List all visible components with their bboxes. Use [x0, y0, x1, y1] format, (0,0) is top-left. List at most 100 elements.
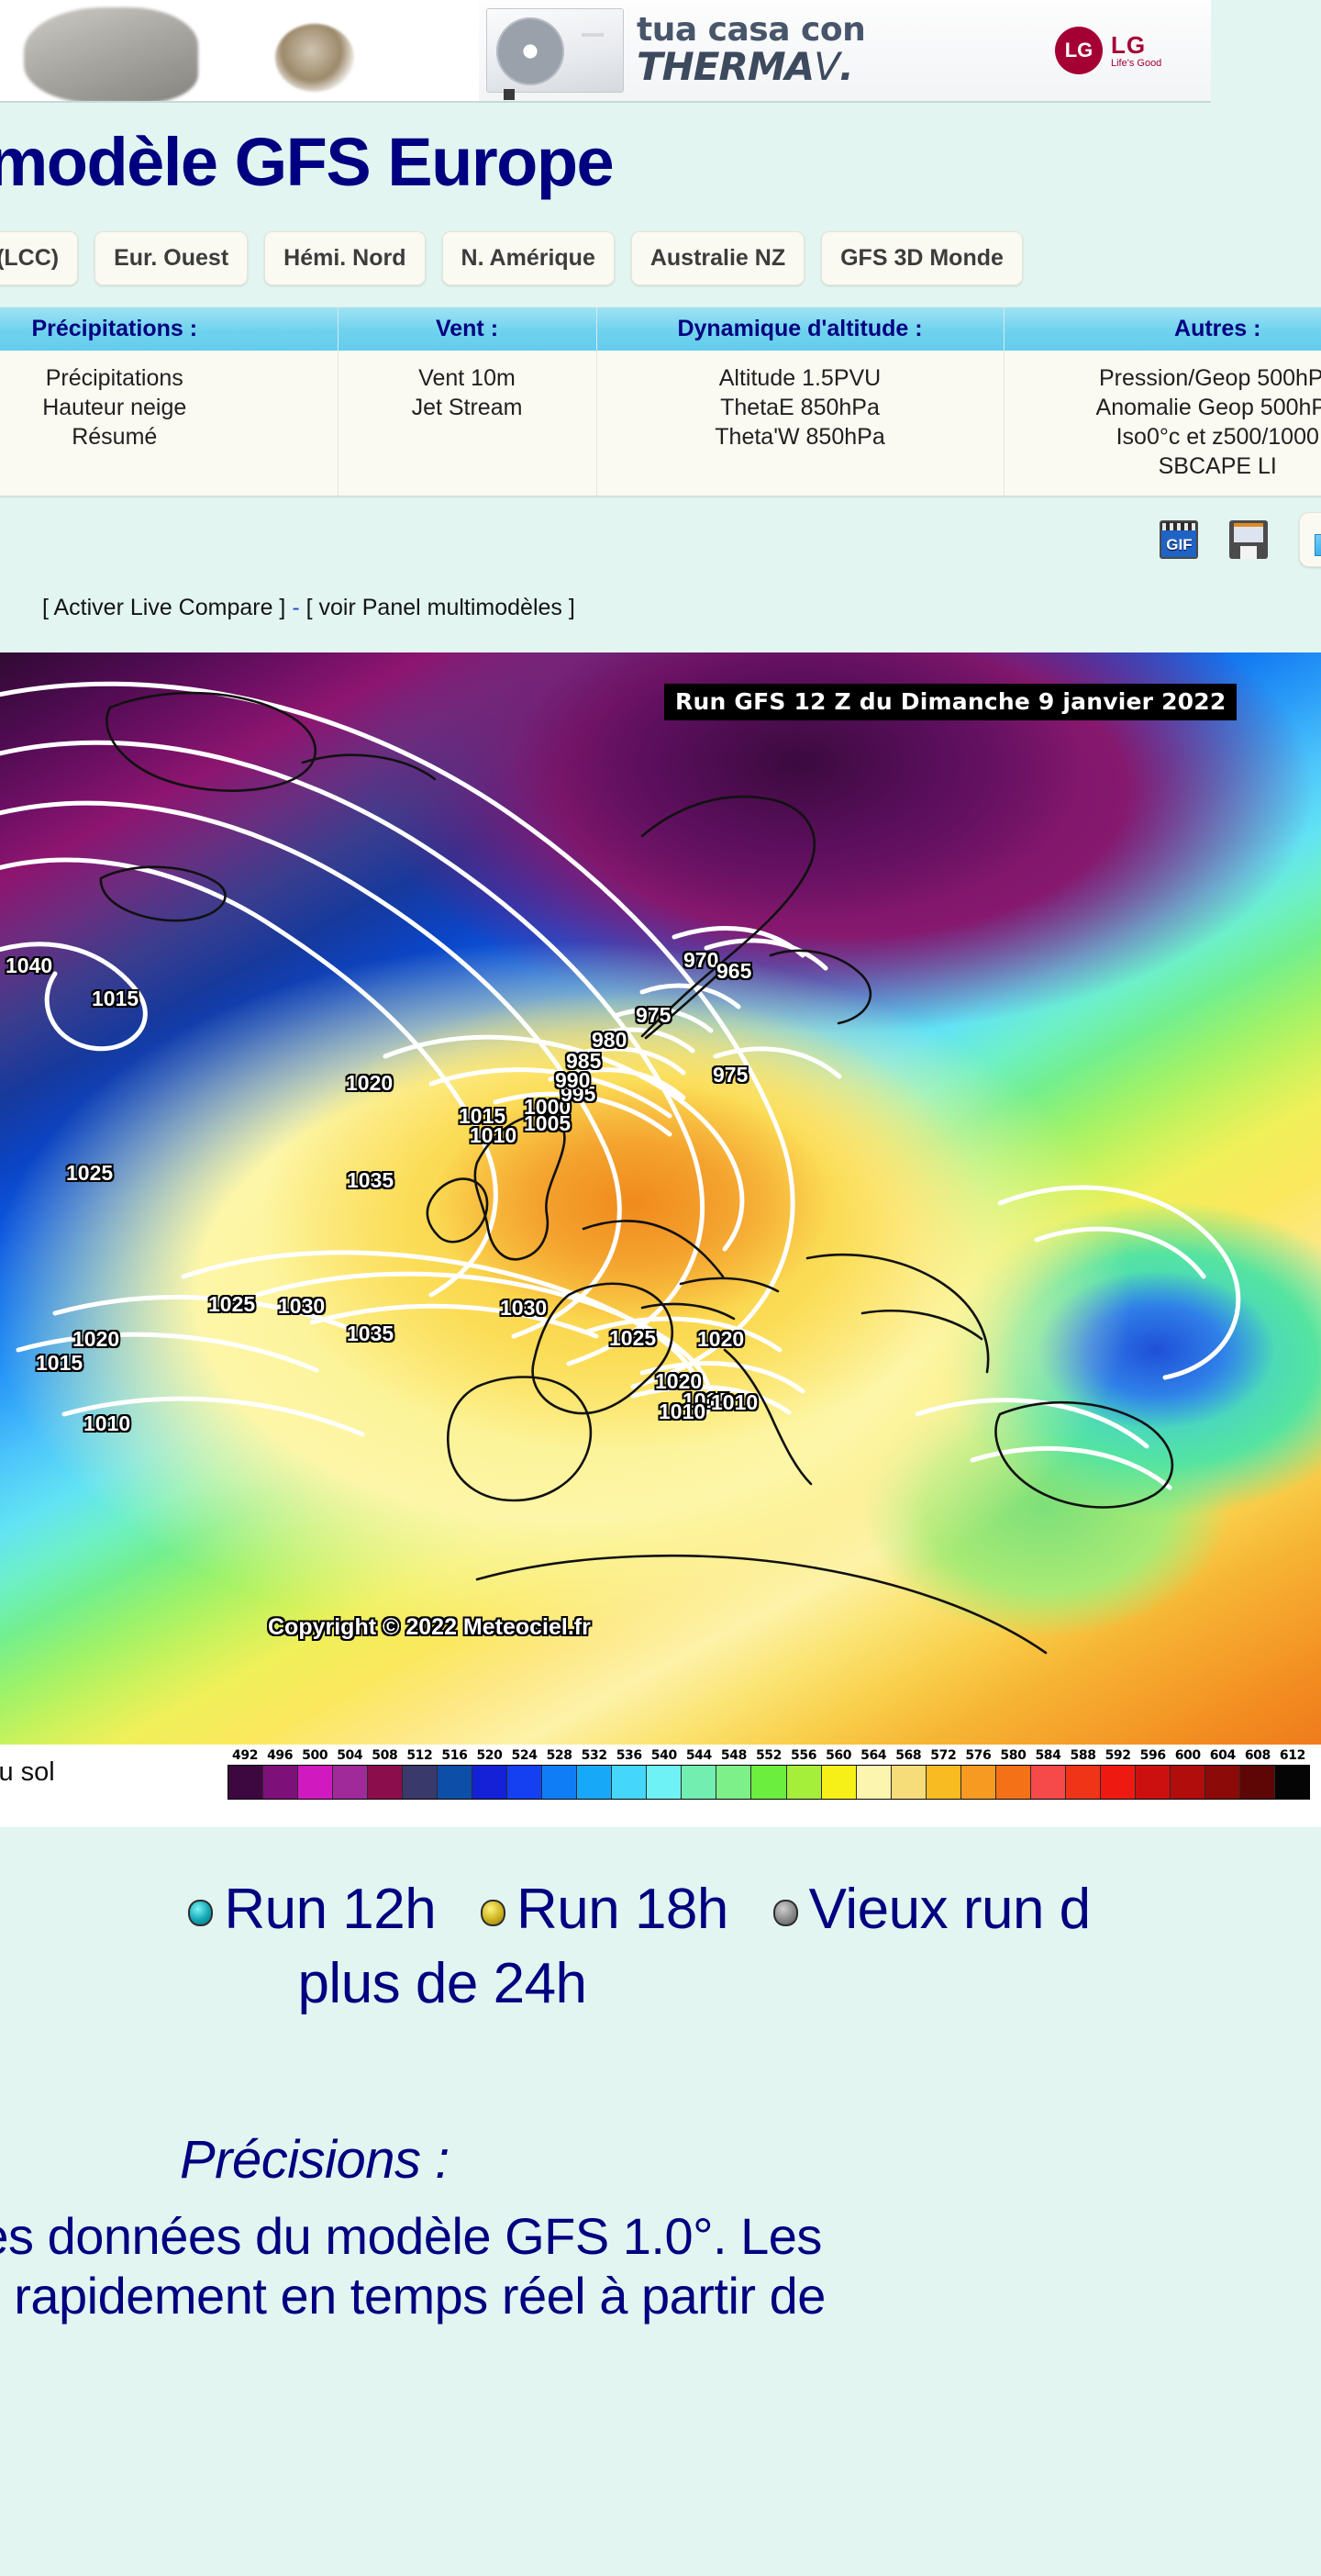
ad-headline-2: THERMAV.: [637, 43, 1055, 89]
legend-color-swatch: [1030, 1765, 1066, 1799]
legend-tick: 516: [441, 1747, 468, 1763]
legend-color-swatch: [960, 1765, 996, 1799]
tab-europe-lcc[interactable]: Europe (LCC): [0, 230, 79, 285]
dot-gold-icon: [480, 1899, 505, 1926]
tab-australie-nz[interactable]: Australie NZ: [630, 230, 805, 285]
ad-content-right: tua casa con THERMAV. LG Life's Good: [479, 0, 1211, 101]
ad-product-name: THERMA: [637, 43, 815, 89]
legend-tick: 612: [1279, 1747, 1305, 1763]
link-thetaw-850hpa[interactable]: Theta'W 850hPa: [603, 422, 998, 452]
panel-multimodeles-link[interactable]: [ voir Panel multimodèles ]: [306, 595, 575, 620]
legend-tick: 496: [267, 1747, 294, 1763]
lg-logo-icon: [1055, 27, 1103, 74]
air-conditioner-icon: [486, 8, 624, 100]
legend-color-swatch: [995, 1765, 1031, 1799]
link-vent-10m[interactable]: Vent 10m: [344, 363, 591, 393]
tab-eur-ouest[interactable]: Eur. Ouest: [94, 230, 249, 285]
legend-color-swatch: [926, 1765, 961, 1799]
run-legend-label-old: Vieux run d: [808, 1877, 1092, 1941]
lg-brand-name: LG: [1111, 30, 1147, 59]
col-precipitations: Précipitations Hauteur neige Résumé: [0, 350, 339, 496]
col-dynamique-altitude: Altitude 1.5PVU ThetaE 850hPa Theta'W 85…: [596, 350, 1005, 496]
legend-color-swatch: [333, 1765, 369, 1799]
tab-n-amerique[interactable]: N. Amérique: [441, 230, 615, 285]
legend-tick: 580: [1000, 1747, 1027, 1763]
activer-live-compare-link[interactable]: [ Activer Live Compare ]: [42, 595, 285, 620]
run-legend-label-18h: Run 18h: [516, 1877, 728, 1941]
lg-brand-block: LG Life's Good: [1055, 27, 1211, 74]
advertisement-banner[interactable]: tua casa con THERMAV. LG Life's Good: [0, 0, 1211, 103]
run-legend-item-18h: Run 18h: [480, 1875, 728, 1945]
legend-color-swatch: [1274, 1765, 1309, 1799]
link-jet-stream[interactable]: Jet Stream: [344, 393, 591, 422]
legend-color-swatch: [751, 1765, 787, 1799]
precisions-line-1: tent les données du modèle GFS 1.0°. Les: [0, 2206, 822, 2265]
link-iso0c-z500-1000[interactable]: Iso0°c et z500/1000: [1010, 422, 1321, 452]
link-precipitations[interactable]: Précipitations: [0, 363, 332, 393]
tab-hemi-nord[interactable]: Hémi. Nord: [264, 230, 426, 285]
run-legend: Run 12h Run 18h Vieux run d plus de 24h: [0, 1875, 1321, 2019]
legend-tick: 568: [895, 1747, 922, 1763]
link-thetae-850hpa[interactable]: ThetaE 850hPa: [603, 393, 998, 422]
legend-tick: 608: [1244, 1747, 1271, 1763]
legend-tick: 588: [1070, 1747, 1096, 1763]
map-copyright: Copyright © 2022 Meteociel.fr: [268, 1613, 591, 1640]
page-title: du modèle GFS Europe: [0, 124, 615, 200]
legend-color-swatch: [1239, 1765, 1275, 1799]
parameter-header-row: Précipitations : Vent : Dynamique d'alti…: [0, 307, 1321, 351]
legend-color-swatch: [507, 1765, 543, 1799]
legend-color-swatch: [438, 1765, 473, 1799]
legend-tick: 520: [476, 1747, 503, 1763]
legend-tick: 600: [1174, 1747, 1201, 1763]
link-altitude-15pvu[interactable]: Altitude 1.5PVU: [603, 363, 998, 393]
ad-photo-left: [0, 0, 479, 101]
map-pressure-field: [0, 652, 1321, 1745]
precisions-line-2: lisées rapidement en temps réel à partir…: [0, 2266, 826, 2325]
header-autres: Autres :: [1004, 307, 1321, 351]
legend-color-swatch: [403, 1765, 438, 1799]
legend-tick: 536: [616, 1747, 642, 1763]
floppy-save-icon[interactable]: [1229, 519, 1269, 559]
compare-links-row: [ Activer Live Compare ] - [ voir Panel …: [42, 595, 1321, 621]
ad-product-dot: .: [838, 43, 854, 89]
ad-headline-1: tua casa con: [637, 10, 866, 49]
link-pression-geop-500hpa[interactable]: Pression/Geop 500hPa: [1010, 363, 1321, 393]
gif-icon-label: GIF: [1166, 535, 1193, 553]
weather-map[interactable]: Run GFS 12 Z du Dimanche 9 janvier 2022 …: [0, 652, 1321, 1745]
link-hauteur-neige[interactable]: Hauteur neige: [0, 393, 332, 422]
legend-color-swatch: [682, 1765, 717, 1799]
legend-color-swatch: [577, 1765, 613, 1799]
legend-color-swatch: [263, 1765, 299, 1799]
map-run-banner: Run GFS 12 Z du Dimanche 9 janvier 2022: [664, 683, 1238, 720]
header-vent: Vent :: [338, 307, 597, 351]
run-legend-label-12h: Run 12h: [224, 1877, 437, 1941]
run-legend-second-line: plus de 24h: [297, 1952, 587, 2016]
legend-color-swatch: [786, 1765, 822, 1799]
legend-color-swatch: [1100, 1765, 1136, 1799]
link-anomalie-geop-500hpa[interactable]: Anomalie Geop 500hPa: [1010, 393, 1321, 422]
legend-tick: 508: [372, 1747, 398, 1763]
legend-tick: 556: [791, 1747, 817, 1763]
run-legend-item-12h: Run 12h: [188, 1875, 437, 1945]
legend-color-swatch: [1170, 1765, 1205, 1799]
header-dynamique-altitude: Dynamique d'altitude :: [596, 307, 1005, 351]
precisions-text: tent les données du modèle GFS 1.0°. Les…: [0, 2207, 1321, 2326]
legend-color-swatch: [612, 1765, 648, 1799]
lg-brand-tagline: Life's Good: [1111, 58, 1162, 70]
run-legend-item-old: Vieux run d: [772, 1875, 1092, 1945]
archives-button[interactable]: Archives: [1299, 511, 1321, 567]
link-resume[interactable]: Résumé: [0, 422, 332, 452]
legend-color-swatch: [1065, 1765, 1101, 1799]
legend-tick: 592: [1105, 1747, 1131, 1763]
legend-color-bars: [228, 1764, 1310, 1800]
region-tabs: Europe (LCC) Eur. Ouest Hémi. Nord N. Am…: [0, 230, 1321, 285]
legend-tick: 548: [720, 1747, 747, 1763]
precisions-heading: Précisions :: [180, 2129, 450, 2190]
legend-tick: 604: [1209, 1747, 1236, 1763]
gif-animation-icon[interactable]: GIF: [1160, 519, 1199, 559]
link-sbcape-li[interactable]: SBCAPE LI: [1010, 452, 1321, 481]
legend-color-swatch: [228, 1765, 264, 1799]
archive-folder-icon: [1315, 523, 1321, 556]
legend-color-scale: on au sol 492 496 500 504 508 512 516 520 524 528…: [0, 1744, 1321, 1827]
tab-gfs-3d-monde[interactable]: GFS 3D Monde: [821, 230, 1023, 285]
